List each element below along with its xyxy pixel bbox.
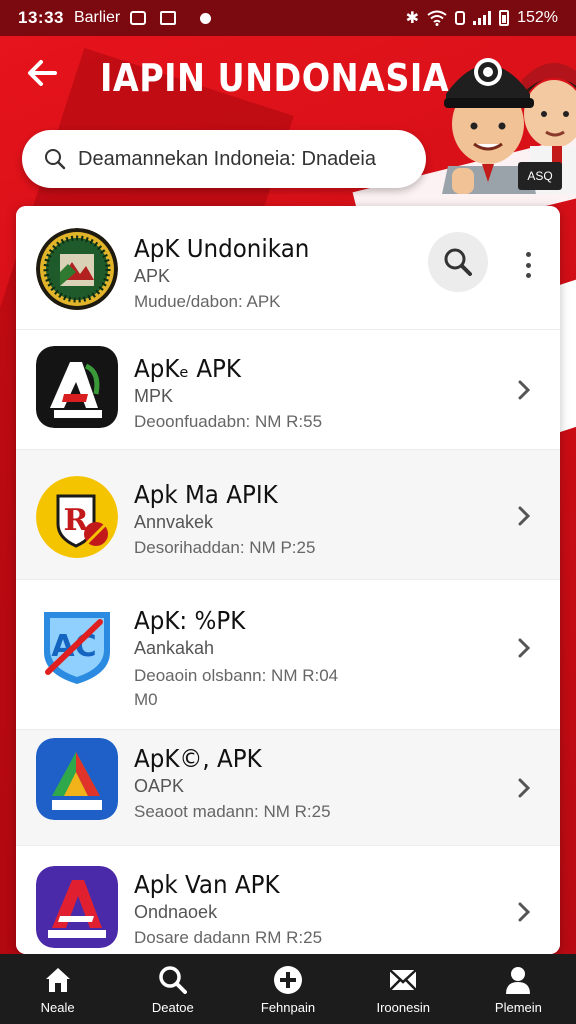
search-input[interactable]: Deamannekan Indoneia: Dnadeia	[78, 148, 376, 171]
nav-label: Deatoe	[151, 999, 194, 1015]
search-bar[interactable]: Deamannekan Indoneia: Dnadeia	[22, 130, 426, 188]
purple-a-icon	[36, 866, 118, 948]
app-meta: Seaoot madann: NM R:25	[134, 802, 331, 821]
bottom-nav: Neale Deatoe Fehnpain Iroonesin Plemein	[0, 954, 576, 1024]
app-name: Apk Ma APIK	[134, 480, 278, 509]
chevron-right-icon[interactable]	[514, 378, 534, 402]
app-subtitle: Ondnaoek	[134, 902, 218, 922]
app-list: ApK Undonikan APK Mudue/dabon: APK ApKₑ …	[16, 206, 560, 954]
list-item[interactable]: ApK©, APK OAPK Seaoot madann: NM R:25	[16, 730, 560, 846]
list-item[interactable]: Apk Van APK Ondnaoek Dosare dadann RM R:…	[16, 846, 560, 954]
app-name: ApK: %PK	[134, 606, 246, 635]
black-a-icon	[36, 346, 118, 428]
nav-messages[interactable]: Iroonesin	[346, 954, 461, 1024]
plus-circle-icon	[274, 965, 302, 994]
list-item[interactable]: ApK Undonikan APK Mudue/dabon: APK	[16, 206, 560, 330]
signal-icon	[473, 11, 492, 25]
back-arrow-icon[interactable]	[22, 56, 62, 96]
wifi-icon	[427, 10, 447, 26]
app-name: Apk Van APK	[134, 870, 280, 899]
nav-add[interactable]: Fehnpain	[230, 954, 345, 1024]
mascot-badge: ASQ	[518, 162, 562, 190]
nav-label: Plemein	[494, 999, 542, 1015]
app-name: ApK©, APK	[134, 744, 262, 773]
nav-label: Neale	[40, 999, 75, 1015]
message-icon	[160, 11, 177, 25]
list-item[interactable]: R Apk Ma APIK Annvakek Desorihaddan: NM …	[16, 450, 560, 580]
search-icon	[45, 149, 66, 170]
yellow-shield-icon: R	[36, 476, 118, 558]
app-name: ApK Undonikan	[134, 234, 310, 263]
app-subtitle: Aankakah	[134, 638, 215, 658]
app-meta: Dosare dadann RM R:25	[134, 928, 323, 947]
nav-label: Fehnpain	[260, 999, 316, 1015]
app-subtitle: OAPK	[134, 776, 185, 796]
bluetooth-icon: ✱	[405, 10, 420, 27]
list-item[interactable]: AC ApK: %PK Aankakah Deoaoin olsbann: NM…	[16, 580, 560, 730]
app-meta: Deoonfuadabn: NM R:55	[134, 412, 323, 431]
battery-icon	[499, 10, 510, 26]
app-meta: Mudue/dabon: APK	[134, 292, 281, 311]
status-bar: 13:33 Barlier ✱ 152%	[0, 0, 576, 36]
status-carrier: Barlier	[73, 9, 121, 26]
nav-home[interactable]: Neale	[0, 954, 115, 1024]
app-meta: Deoaoin olsbann: NM R:04 M0	[134, 666, 339, 709]
chevron-right-icon[interactable]	[514, 504, 534, 528]
page-title: IAPIN UNDONASIA	[100, 56, 450, 100]
search-icon	[159, 965, 187, 994]
nav-profile[interactable]: Plemein	[461, 954, 576, 1024]
emblem-green-icon	[36, 228, 118, 310]
magnifier-icon	[444, 248, 472, 276]
item-search-button[interactable]	[428, 232, 488, 292]
person-icon	[506, 966, 531, 994]
more-options-icon[interactable]	[524, 252, 532, 278]
mail-icon	[389, 968, 418, 991]
dot-icon	[200, 12, 212, 24]
app-subtitle: Annvakek	[134, 512, 214, 532]
chevron-right-icon[interactable]	[514, 636, 534, 660]
battery-percent: 152%	[517, 9, 558, 26]
nav-search[interactable]: Deatoe	[115, 954, 230, 1024]
app-meta: Desorihaddan: NM P:25	[134, 538, 316, 557]
app-subtitle: MPK	[134, 386, 174, 406]
sim-icon	[455, 11, 466, 25]
app-name: ApKₑ APK	[134, 354, 242, 383]
list-item[interactable]: ApKₑ APK MPK Deoonfuadabn: NM R:55	[16, 330, 560, 450]
chevron-right-icon[interactable]	[514, 776, 534, 800]
app-subtitle: APK	[134, 266, 171, 286]
home-icon	[45, 967, 70, 992]
green-a-icon	[36, 738, 118, 820]
notification-icon	[130, 11, 147, 25]
chevron-right-icon[interactable]	[514, 900, 534, 924]
status-time: 13:33	[18, 8, 64, 27]
blue-shield-icon: AC	[44, 612, 110, 684]
nav-label: Iroonesin	[376, 999, 430, 1015]
